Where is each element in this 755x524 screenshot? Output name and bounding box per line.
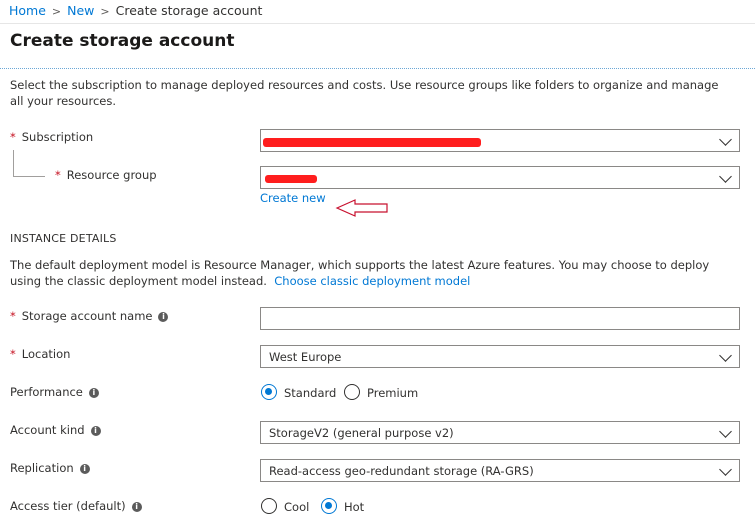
annotation-arrow-icon bbox=[335, 199, 388, 217]
breadcrumb-home[interactable]: Home bbox=[9, 3, 46, 18]
access-tier-cool-label[interactable]: Cool bbox=[284, 500, 309, 514]
breadcrumb: Home > New > Create storage account bbox=[9, 3, 262, 18]
info-icon[interactable]: i bbox=[158, 311, 169, 322]
description: Select the subscription to manage deploy… bbox=[10, 78, 719, 108]
resource-group-label: * Resource group bbox=[55, 168, 157, 182]
redacted-value bbox=[265, 175, 317, 183]
access-tier-hot-label[interactable]: Hot bbox=[344, 500, 364, 514]
tree-connector bbox=[13, 176, 45, 177]
subscription-label-text: Subscription bbox=[21, 130, 94, 144]
required-mark: * bbox=[55, 168, 61, 182]
chevron-down-icon bbox=[719, 463, 732, 476]
classic-deployment-link[interactable]: Choose classic deployment model bbox=[274, 274, 470, 288]
page-title: Create storage account bbox=[10, 31, 235, 51]
chevron-down-icon bbox=[719, 349, 732, 362]
info-icon[interactable]: i bbox=[131, 501, 142, 512]
performance-premium-label[interactable]: Premium bbox=[367, 386, 418, 400]
replication-select[interactable]: Read-access geo-redundant storage (RA-GR… bbox=[260, 459, 740, 482]
access-tier-cool-radio[interactable] bbox=[261, 498, 277, 514]
performance-premium-radio[interactable] bbox=[344, 384, 360, 400]
subscription-label: * Subscription bbox=[10, 130, 93, 144]
chevron-down-icon bbox=[719, 133, 732, 146]
resource-group-select[interactable] bbox=[260, 166, 740, 189]
location-label-text: Location bbox=[21, 347, 71, 361]
storage-account-name-label: * Storage account name i bbox=[10, 309, 169, 323]
location-label: * Location bbox=[10, 347, 70, 361]
performance-label-text: Performance bbox=[10, 385, 83, 399]
tree-connector bbox=[13, 150, 14, 176]
breadcrumb-new[interactable]: New bbox=[67, 3, 94, 18]
breadcrumb-separator: > bbox=[100, 5, 110, 18]
account-kind-value: StorageV2 (general purpose v2) bbox=[269, 426, 454, 440]
section-divider bbox=[0, 68, 755, 69]
access-tier-hot-radio[interactable] bbox=[321, 498, 337, 514]
account-kind-label-text: Account kind bbox=[10, 423, 85, 437]
required-mark: * bbox=[10, 309, 16, 323]
chevron-down-icon bbox=[719, 170, 732, 183]
create-new-link[interactable]: Create new bbox=[260, 191, 326, 205]
chevron-down-icon bbox=[719, 425, 732, 438]
replication-value: Read-access geo-redundant storage (RA-GR… bbox=[269, 464, 534, 478]
breadcrumb-separator: > bbox=[51, 5, 62, 18]
location-value: West Europe bbox=[269, 350, 342, 364]
access-tier-label: Access tier (default) i bbox=[10, 499, 142, 513]
header-divider bbox=[0, 23, 755, 24]
required-mark: * bbox=[10, 347, 16, 361]
account-kind-select[interactable]: StorageV2 (general purpose v2) bbox=[260, 421, 740, 444]
performance-standard-radio[interactable] bbox=[261, 384, 277, 400]
required-mark: * bbox=[10, 130, 16, 144]
breadcrumb-current: Create storage account bbox=[115, 3, 263, 18]
access-tier-label-text: Access tier (default) bbox=[10, 499, 126, 513]
replication-label-text: Replication bbox=[10, 461, 74, 475]
storage-account-name-input[interactable] bbox=[260, 307, 740, 330]
redacted-value bbox=[263, 138, 481, 147]
replication-label: Replication i bbox=[10, 461, 90, 475]
performance-standard-label[interactable]: Standard bbox=[284, 386, 336, 400]
info-icon[interactable]: i bbox=[88, 387, 99, 398]
account-kind-label: Account kind i bbox=[10, 423, 101, 437]
performance-label: Performance i bbox=[10, 385, 99, 399]
instance-details-text: The default deployment model is Resource… bbox=[10, 257, 730, 289]
storage-account-name-label-text: Storage account name bbox=[21, 309, 153, 323]
resource-group-label-text: Resource group bbox=[66, 168, 157, 182]
info-icon[interactable]: i bbox=[79, 463, 90, 474]
subscription-select[interactable] bbox=[260, 129, 740, 152]
info-icon[interactable]: i bbox=[90, 425, 101, 436]
location-select[interactable]: West Europe bbox=[260, 345, 740, 368]
instance-details-heading: INSTANCE DETAILS bbox=[10, 232, 117, 245]
